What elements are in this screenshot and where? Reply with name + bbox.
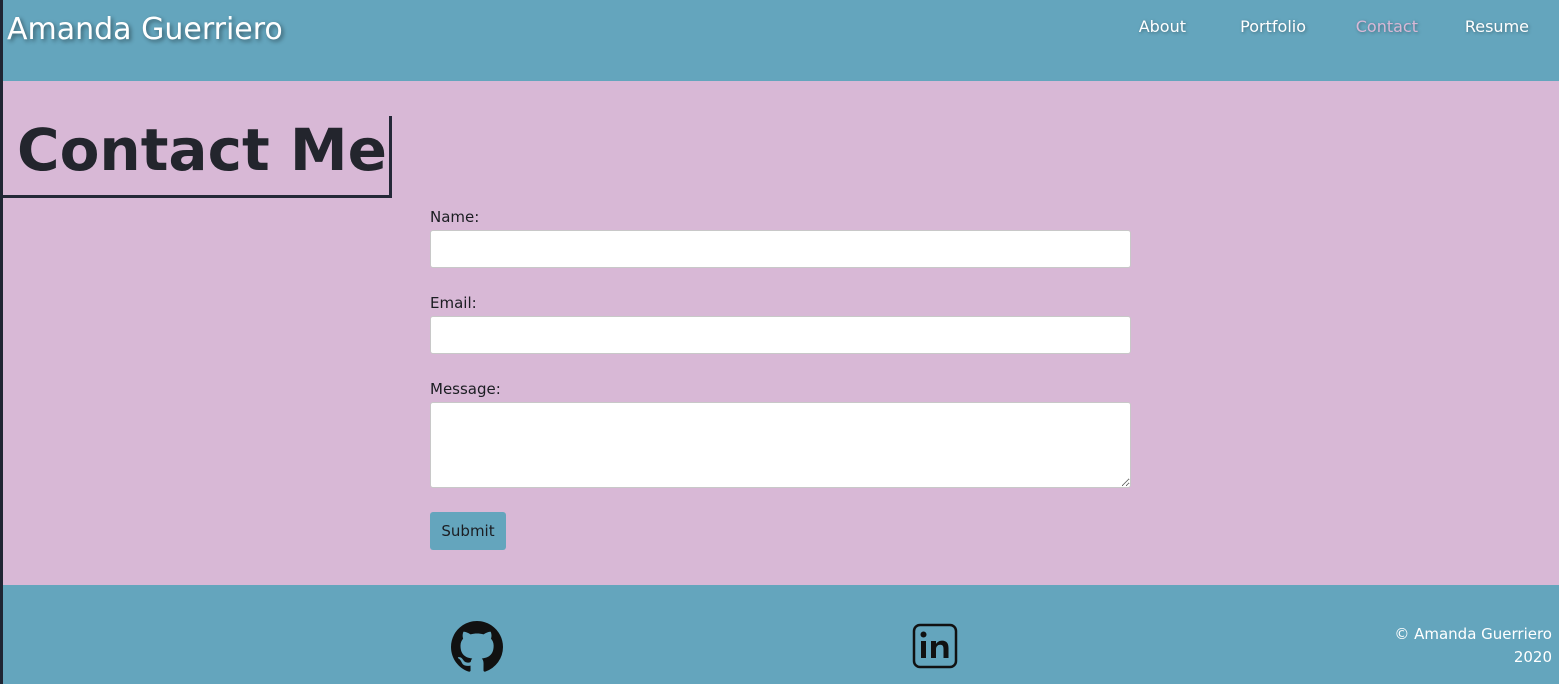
copyright: © Amanda Guerriero 2020 [1394,623,1552,669]
nav-about[interactable]: About [1139,17,1186,36]
site-title[interactable]: Amanda Guerriero [7,12,283,47]
message-label: Message: [430,380,501,398]
page: Amanda Guerriero Resume Contact Portfoli… [0,0,1559,684]
name-input[interactable] [430,230,1131,268]
github-icon [451,621,503,672]
linkedin-link[interactable] [910,621,962,673]
linkedin-icon [912,623,958,669]
nav-portfolio[interactable]: Portfolio [1240,17,1306,36]
page-title: Contact Me [17,116,387,184]
site-footer: © Amanda Guerriero 2020 [3,585,1559,684]
message-textarea[interactable] [430,402,1131,488]
email-label: Email: [430,294,477,312]
copyright-line-2: 2020 [1513,648,1552,666]
site-header: Amanda Guerriero Resume Contact Portfoli… [3,0,1559,81]
contact-form: Name: Email: Message: Submit [430,206,1132,550]
email-input[interactable] [430,316,1131,354]
nav-contact[interactable]: Contact [1356,17,1418,36]
nav-resume[interactable]: Resume [1465,17,1529,36]
name-label: Name: [430,208,480,226]
submit-button[interactable]: Submit [430,512,506,550]
page-title-box: Contact Me [3,116,392,198]
copyright-line-1: © Amanda Guerriero [1394,625,1552,643]
github-link[interactable] [451,621,503,673]
